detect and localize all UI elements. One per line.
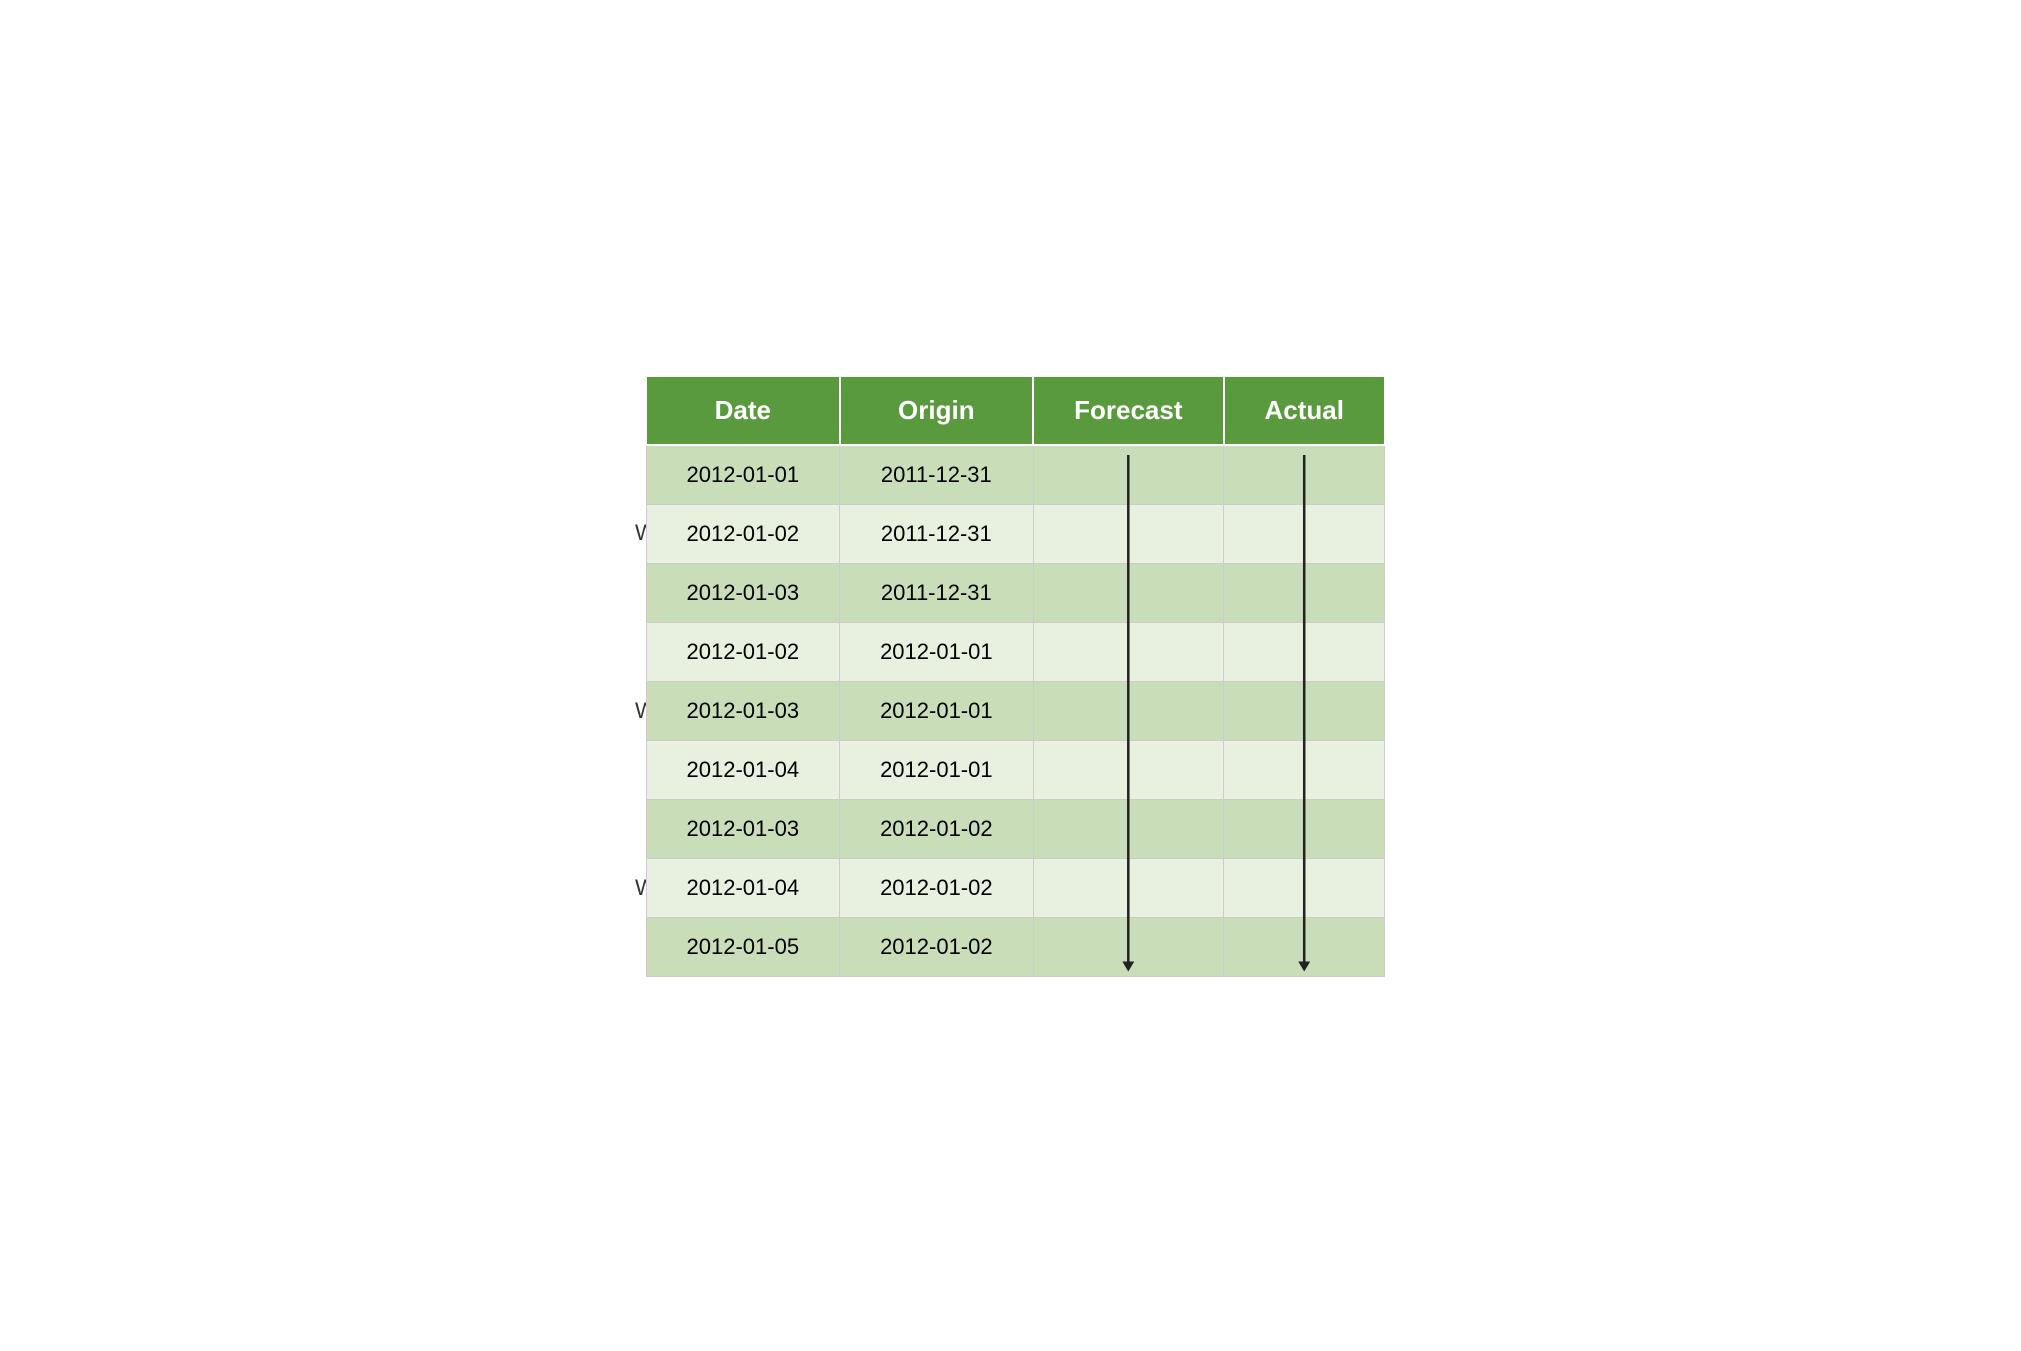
table-row: 2012-01-042012-01-01 bbox=[646, 740, 1385, 799]
cell-actual bbox=[1224, 799, 1385, 858]
cell-origin: 2012-01-02 bbox=[840, 799, 1034, 858]
table-row: 2012-01-042012-01-02 bbox=[646, 858, 1385, 917]
cell-actual bbox=[1224, 917, 1385, 976]
table-row: 2012-01-022012-01-01 bbox=[646, 622, 1385, 681]
cell-date: 2012-01-04 bbox=[646, 858, 840, 917]
table-row: 2012-01-032012-01-02 bbox=[646, 799, 1385, 858]
cell-forecast bbox=[1033, 504, 1223, 563]
cell-forecast bbox=[1033, 681, 1223, 740]
cell-date: 2012-01-05 bbox=[646, 917, 840, 976]
cell-actual bbox=[1224, 622, 1385, 681]
col-header-date: Date bbox=[646, 376, 840, 445]
cell-forecast bbox=[1033, 563, 1223, 622]
cell-date: 2012-01-01 bbox=[646, 445, 840, 505]
cell-actual bbox=[1224, 445, 1385, 505]
col-header-forecast: Forecast bbox=[1033, 376, 1223, 445]
cell-actual bbox=[1224, 681, 1385, 740]
table-row: 2012-01-032012-01-01 bbox=[646, 681, 1385, 740]
cell-origin: 2012-01-02 bbox=[840, 917, 1034, 976]
cell-forecast bbox=[1033, 622, 1223, 681]
cell-forecast bbox=[1033, 917, 1223, 976]
cell-forecast bbox=[1033, 799, 1223, 858]
cell-actual bbox=[1224, 504, 1385, 563]
cell-actual bbox=[1224, 858, 1385, 917]
cell-date: 2012-01-02 bbox=[646, 622, 840, 681]
cell-origin: 2012-01-02 bbox=[840, 858, 1034, 917]
cell-date: 2012-01-03 bbox=[646, 799, 840, 858]
cell-forecast bbox=[1033, 445, 1223, 505]
cell-date: 2012-01-02 bbox=[646, 504, 840, 563]
cell-origin: 2012-01-01 bbox=[840, 681, 1034, 740]
data-table: Date Origin Forecast Actual 2012-01-0120… bbox=[645, 375, 1386, 977]
cell-origin: 2011-12-31 bbox=[840, 504, 1034, 563]
cell-date: 2012-01-03 bbox=[646, 563, 840, 622]
col-header-origin: Origin bbox=[840, 376, 1034, 445]
col-header-actual: Actual bbox=[1224, 376, 1385, 445]
cell-actual bbox=[1224, 740, 1385, 799]
cell-date: 2012-01-04 bbox=[646, 740, 840, 799]
cell-origin: 2012-01-01 bbox=[840, 740, 1034, 799]
cell-date: 2012-01-03 bbox=[646, 681, 840, 740]
cell-forecast bbox=[1033, 740, 1223, 799]
cell-actual bbox=[1224, 563, 1385, 622]
cell-forecast bbox=[1033, 858, 1223, 917]
cell-origin: 2012-01-01 bbox=[840, 622, 1034, 681]
main-container: Window 1Window 2Window 3 Date Origin For… bbox=[635, 375, 1386, 977]
table-row: 2012-01-032011-12-31 bbox=[646, 563, 1385, 622]
cell-origin: 2011-12-31 bbox=[840, 445, 1034, 505]
cell-origin: 2011-12-31 bbox=[840, 563, 1034, 622]
table-wrapper: Date Origin Forecast Actual 2012-01-0120… bbox=[645, 375, 1386, 977]
table-row: 2012-01-052012-01-02 bbox=[646, 917, 1385, 976]
table-row: 2012-01-012011-12-31 bbox=[646, 445, 1385, 505]
table-row: 2012-01-022011-12-31 bbox=[646, 504, 1385, 563]
